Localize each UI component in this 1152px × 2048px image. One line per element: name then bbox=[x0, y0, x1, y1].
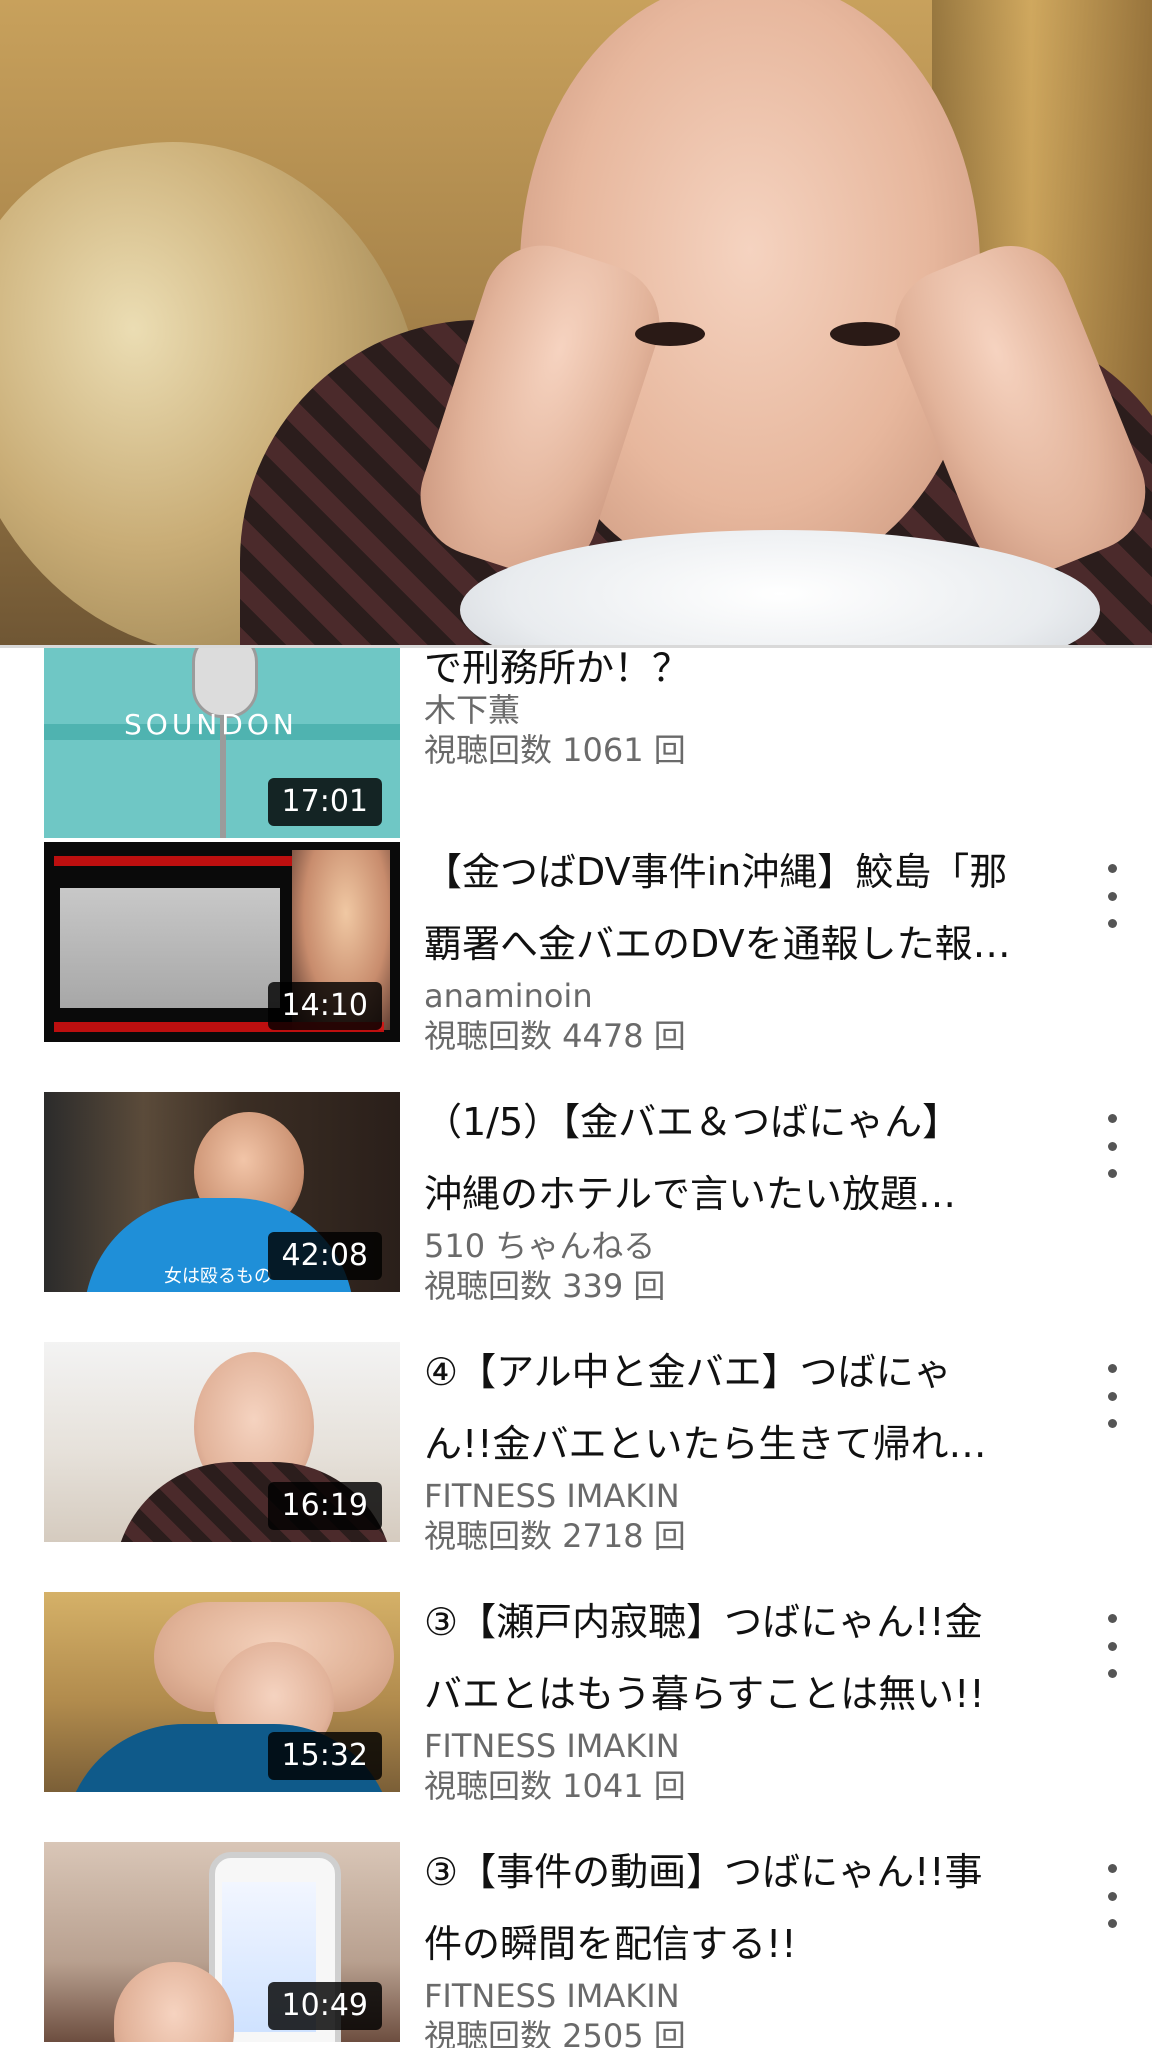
video-channel[interactable]: FITNESS IMAKIN bbox=[424, 1478, 680, 1514]
kebab-dot bbox=[1107, 891, 1117, 901]
video-channel[interactable]: anaminoin bbox=[424, 978, 593, 1014]
video-title[interactable]: （1/5）【金バエ＆つばにゃん】 沖縄のホテルで言いたい放題… bbox=[424, 1086, 1064, 1230]
video-player[interactable] bbox=[0, 0, 1152, 648]
kebab-dot bbox=[1107, 1641, 1117, 1651]
kebab-dot bbox=[1107, 1419, 1117, 1428]
video-title-line-1[interactable]: ④【アル中と金バエ】つばにゃ bbox=[424, 1336, 1064, 1408]
video-channel[interactable]: FITNESS IMAKIN bbox=[424, 1978, 680, 2014]
kebab-dot bbox=[1107, 1614, 1117, 1623]
page: SOUNDON 17:01 で刑務所か！？ 木下薫 視聴回数 1061 回 14… bbox=[0, 0, 1152, 2048]
kebab-dot bbox=[1107, 1669, 1117, 1678]
more-vert-icon[interactable] bbox=[1100, 1614, 1124, 1678]
more-vert-icon[interactable] bbox=[1100, 1364, 1124, 1428]
list-item-video[interactable]: 14:10 【金つばDV事件in沖縄】鮫島「那 覇署へ金バエのDVを通報した報…… bbox=[0, 842, 1152, 1092]
video-title[interactable]: 【金つばDV事件in沖縄】鮫島「那 覇署へ金バエのDVを通報した報… bbox=[424, 836, 1064, 980]
list-item-video[interactable]: 10:49 ③【事件の動画】つばにゃん!!事 件の瞬間を配信する!! FITNE… bbox=[0, 1842, 1152, 2048]
video-title[interactable]: ③【瀬戸内寂聴】つばにゃん!!金 バエとはもう暮らすことは無い!! bbox=[424, 1586, 1064, 1730]
video-duration: 15:32 bbox=[267, 1732, 382, 1780]
more-vert-icon[interactable] bbox=[1100, 864, 1124, 928]
video-title-line-2[interactable]: 沖縄のホテルで言いたい放題… bbox=[424, 1158, 1064, 1230]
kebab-dot bbox=[1107, 1864, 1117, 1873]
list-item-video[interactable]: 16:19 ④【アル中と金バエ】つばにゃ ん!!金バエといたら生きて帰れ… FI… bbox=[0, 1342, 1152, 1592]
video-thumbnail[interactable]: 16:19 bbox=[44, 1342, 400, 1542]
kebab-dot bbox=[1107, 1891, 1117, 1901]
video-channel[interactable]: FITNESS IMAKIN bbox=[424, 1728, 680, 1764]
video-views: 視聴回数 339 回 bbox=[424, 1267, 666, 1305]
video-title-line-2[interactable]: バエとはもう暮らすことは無い!! bbox=[424, 1658, 1064, 1730]
video-thumbnail[interactable]: 女は殴るもの 42:08 bbox=[44, 1092, 400, 1292]
video-title-line-1[interactable]: ③【瀬戸内寂聴】つばにゃん!!金 bbox=[424, 1586, 1064, 1658]
video-duration: 17:01 bbox=[267, 778, 382, 826]
thumbnail-red-bar bbox=[54, 856, 304, 866]
kebab-dot bbox=[1107, 1169, 1117, 1178]
video-channel[interactable]: 510 ちゃんねる bbox=[424, 1228, 655, 1264]
kebab-dot bbox=[1107, 1141, 1117, 1151]
kebab-dot bbox=[1107, 1364, 1117, 1373]
video-title-line-1[interactable]: （1/5）【金バエ＆つばにゃん】 bbox=[424, 1086, 1064, 1158]
video-title[interactable]: ④【アル中と金バエ】つばにゃ ん!!金バエといたら生きて帰れ… bbox=[424, 1336, 1064, 1480]
video-channel[interactable]: 木下薫 bbox=[424, 692, 520, 728]
related-videos-list: SOUNDON 17:01 で刑務所か！？ 木下薫 視聴回数 1061 回 14… bbox=[0, 648, 1152, 2048]
kebab-dot bbox=[1107, 1919, 1117, 1928]
list-item-video[interactable]: 15:32 ③【瀬戸内寂聴】つばにゃん!!金 バエとはもう暮らすことは無い!! … bbox=[0, 1592, 1152, 1842]
person-left-eye bbox=[635, 322, 705, 346]
video-thumbnail[interactable]: 14:10 bbox=[44, 842, 400, 1042]
video-thumbnail[interactable]: SOUNDON 17:01 bbox=[44, 648, 400, 838]
kebab-dot bbox=[1107, 1114, 1117, 1123]
video-title-line-2[interactable]: ん!!金バエといたら生きて帰れ… bbox=[424, 1408, 1064, 1480]
video-views: 視聴回数 2505 回 bbox=[424, 2017, 686, 2048]
kebab-dot bbox=[1107, 919, 1117, 928]
thumbnail-subtitle: 女は殴るもの bbox=[164, 1266, 272, 1287]
video-duration: 14:10 bbox=[267, 982, 382, 1030]
kebab-dot bbox=[1107, 1391, 1117, 1401]
thumbnail-brand-text: SOUNDON bbox=[124, 708, 298, 741]
more-vert-icon[interactable] bbox=[1100, 1114, 1124, 1178]
video-title-line-1[interactable]: ③【事件の動画】つばにゃん!!事 bbox=[424, 1836, 1064, 1908]
video-duration: 42:08 bbox=[267, 1232, 382, 1280]
video-title-line-2[interactable]: 件の瞬間を配信する!! bbox=[424, 1908, 1064, 1980]
video-title-line-1[interactable]: 【金つばDV事件in沖縄】鮫島「那 bbox=[424, 836, 1064, 908]
video-duration: 10:49 bbox=[267, 1982, 382, 2030]
list-item-video[interactable]: 女は殴るもの 42:08 （1/5）【金バエ＆つばにゃん】 沖縄のホテルで言いた… bbox=[0, 1092, 1152, 1342]
video-views: 視聴回数 1061 回 bbox=[424, 731, 686, 769]
video-views: 視聴回数 4478 回 bbox=[424, 1017, 686, 1055]
thumbnail-screen bbox=[60, 888, 280, 1008]
kebab-dot bbox=[1107, 864, 1117, 873]
video-views: 視聴回数 2718 回 bbox=[424, 1517, 686, 1555]
person-right-eye bbox=[830, 322, 900, 346]
video-thumbnail[interactable]: 15:32 bbox=[44, 1592, 400, 1792]
video-duration: 16:19 bbox=[267, 1482, 382, 1530]
video-thumbnail[interactable]: 10:49 bbox=[44, 1842, 400, 2042]
video-views: 視聴回数 1041 回 bbox=[424, 1767, 686, 1805]
more-vert-icon[interactable] bbox=[1100, 1864, 1124, 1928]
video-title-line-2[interactable]: 覇署へ金バエのDVを通報した報… bbox=[424, 908, 1064, 980]
video-title[interactable]: ③【事件の動画】つばにゃん!!事 件の瞬間を配信する!! bbox=[424, 1836, 1064, 1980]
